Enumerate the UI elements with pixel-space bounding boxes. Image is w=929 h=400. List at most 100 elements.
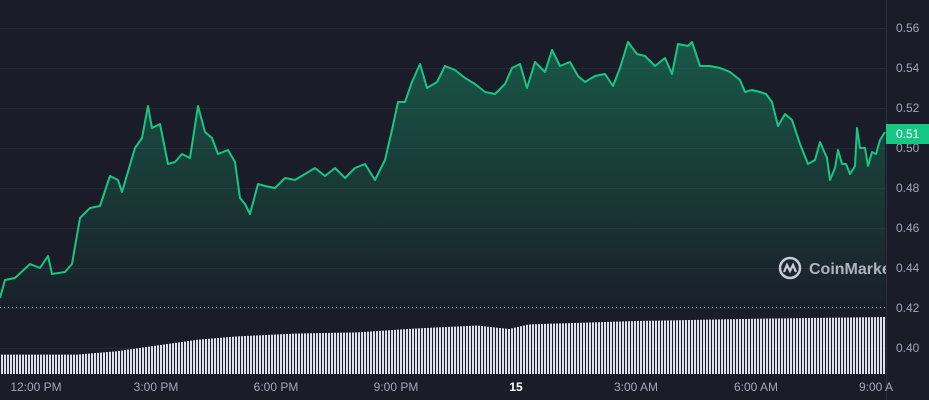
volume-bar (37, 354, 39, 374)
volume-bar (181, 341, 183, 374)
current-price-badge: 0.51 (886, 124, 929, 144)
volume-bar (775, 318, 777, 374)
volume-bar (280, 334, 282, 374)
volume-bar (76, 354, 78, 374)
volume-bar (337, 332, 339, 374)
volume-bar (322, 333, 324, 374)
volume-bar (721, 319, 723, 374)
volume-bar (817, 317, 819, 374)
volume-bar (421, 328, 423, 374)
volume-bar (529, 324, 531, 374)
volume-bar (154, 345, 156, 374)
volume-bar (436, 327, 438, 374)
volume-bar (373, 331, 375, 374)
volume-bar (715, 319, 717, 374)
volume-bar (487, 326, 489, 374)
volume-bar (460, 326, 462, 374)
y-tick-label: 0.48 (896, 181, 920, 195)
volume-bar (52, 354, 54, 374)
volume-bar (328, 332, 330, 374)
volume-bar (490, 327, 492, 374)
volume-bar (190, 340, 192, 374)
volume-bar (589, 322, 591, 374)
volume-bar (142, 347, 144, 374)
volume-bar (541, 323, 543, 374)
x-tick-label: 9:00 A (859, 380, 893, 394)
volume-bar (295, 333, 297, 374)
volume-bar (805, 318, 807, 374)
volume-bar (91, 353, 93, 374)
volume-bar (4, 354, 6, 374)
volume-bar (511, 328, 513, 374)
volume-bar (394, 329, 396, 374)
volume-bar (508, 328, 510, 374)
volume-bar (484, 326, 486, 374)
x-tick-label: 3:00 AM (614, 380, 658, 394)
volume-bar (442, 327, 444, 374)
volume-bar (763, 318, 765, 374)
volume-bar (82, 354, 84, 374)
volume-bar (391, 330, 393, 374)
volume-bar (97, 352, 99, 374)
volume-bar (826, 317, 828, 374)
volume-bar (67, 354, 69, 374)
volume-bar (331, 332, 333, 374)
volume-bar (883, 317, 885, 374)
volume-bar (550, 323, 552, 374)
volume-bar (277, 334, 279, 374)
volume-bar (823, 317, 825, 374)
volume-bar (40, 354, 42, 374)
volume-bar (103, 352, 105, 374)
volume-bar (820, 317, 822, 374)
volume-bar (658, 320, 660, 374)
y-tick-label: 0.44 (896, 261, 920, 275)
volume-bar (157, 345, 159, 374)
volume-bar (700, 319, 702, 374)
volume-bar (250, 335, 252, 374)
volume-bar (607, 321, 609, 374)
volume-bar (472, 325, 474, 374)
volume-bar (16, 354, 18, 374)
x-tick-label: 9:00 PM (374, 380, 419, 394)
volume-bar (772, 318, 774, 374)
volume-bar (580, 322, 582, 374)
volume-bar (238, 336, 240, 374)
volume-bar (19, 354, 21, 374)
volume-bar (766, 318, 768, 374)
volume-bar (565, 323, 567, 374)
volume-bar (46, 354, 48, 374)
x-tick-label: 6:00 AM (734, 380, 778, 394)
volume-bar (49, 354, 51, 374)
volume-bar (88, 353, 90, 374)
volume-bar (55, 354, 57, 374)
volume-bar (517, 326, 519, 374)
volume-bar (688, 320, 690, 374)
volume-bar (733, 319, 735, 374)
volume-bar (601, 322, 603, 374)
volume-bar (286, 334, 288, 374)
volume-bar (283, 334, 285, 374)
volume-bar (667, 320, 669, 374)
volume-bar (298, 333, 300, 374)
volume-bar (160, 344, 162, 374)
volume-bar (877, 317, 879, 374)
volume-bar (85, 353, 87, 374)
volume-bar (94, 353, 96, 374)
volume-bar (73, 354, 75, 374)
volume-bar (292, 333, 294, 374)
volume-bar (538, 324, 540, 374)
volume-bar (445, 327, 447, 374)
volume-bar (616, 321, 618, 374)
volume-bar (406, 329, 408, 374)
volume-bar (136, 348, 138, 374)
x-tick-label: 15 (509, 380, 523, 394)
volume-bar (214, 338, 216, 374)
volume-bar (307, 333, 309, 374)
volume-bar (151, 346, 153, 374)
volume-bar (268, 334, 270, 374)
volume-bar (415, 328, 417, 374)
volume-bar (112, 351, 114, 374)
volume-bar (562, 323, 564, 374)
volume-bar (7, 354, 9, 374)
volume-bar (133, 348, 135, 374)
